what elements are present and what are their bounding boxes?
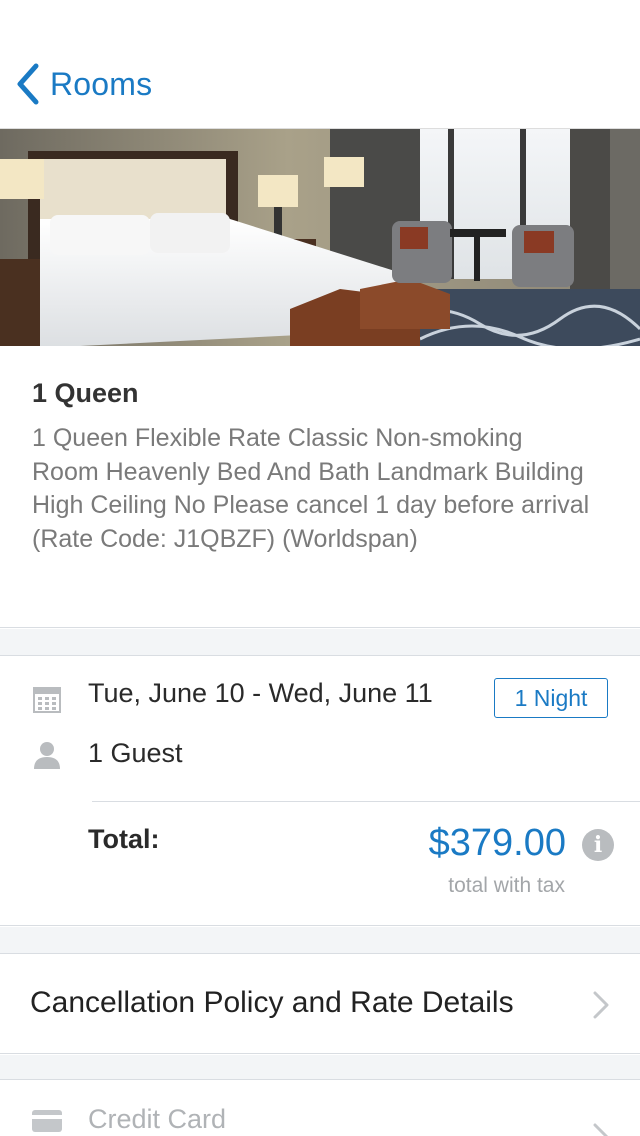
total-price: $379.00 [428,822,566,864]
booking-summary: Tue, June 10 - Wed, June 11 1 Night 1 Gu… [0,656,640,926]
credit-card-icon [32,1110,62,1132]
tax-note: total with tax [448,874,565,897]
credit-card-row[interactable]: Credit Card [0,1080,640,1136]
chevron-left-icon [17,63,39,105]
total-label: Total: [88,824,160,854]
section-separator [0,1055,640,1080]
calendar-icon [33,687,61,713]
nights-badge: 1 Night [494,678,608,718]
room-description: 1 Queen Flexible Rate Classic Non-smokin… [32,424,590,553]
back-button-label: Rooms [50,65,153,102]
cancellation-policy-label: Cancellation Policy and Rate Details [30,986,514,1019]
person-icon [34,742,60,769]
cancellation-policy-row[interactable]: Cancellation Policy and Rate Details [0,954,640,1054]
section-separator [0,629,640,656]
stay-dates: Tue, June 10 - Wed, June 11 [88,678,433,708]
room-title: 1 Queen [32,378,139,408]
credit-card-label: Credit Card [88,1104,227,1134]
back-button[interactable]: Rooms [14,60,152,108]
info-icon[interactable]: i [582,829,614,861]
section-separator [0,927,640,954]
chevron-right-icon [593,991,609,1019]
navigation-bar: Rooms [0,0,640,128]
guest-count: 1 Guest [88,738,183,768]
divider [92,801,640,802]
chevron-right-icon [593,1123,609,1136]
room-details: 1 Queen 1 Queen Flexible Rate Classic No… [0,346,640,628]
room-photo [0,128,640,346]
